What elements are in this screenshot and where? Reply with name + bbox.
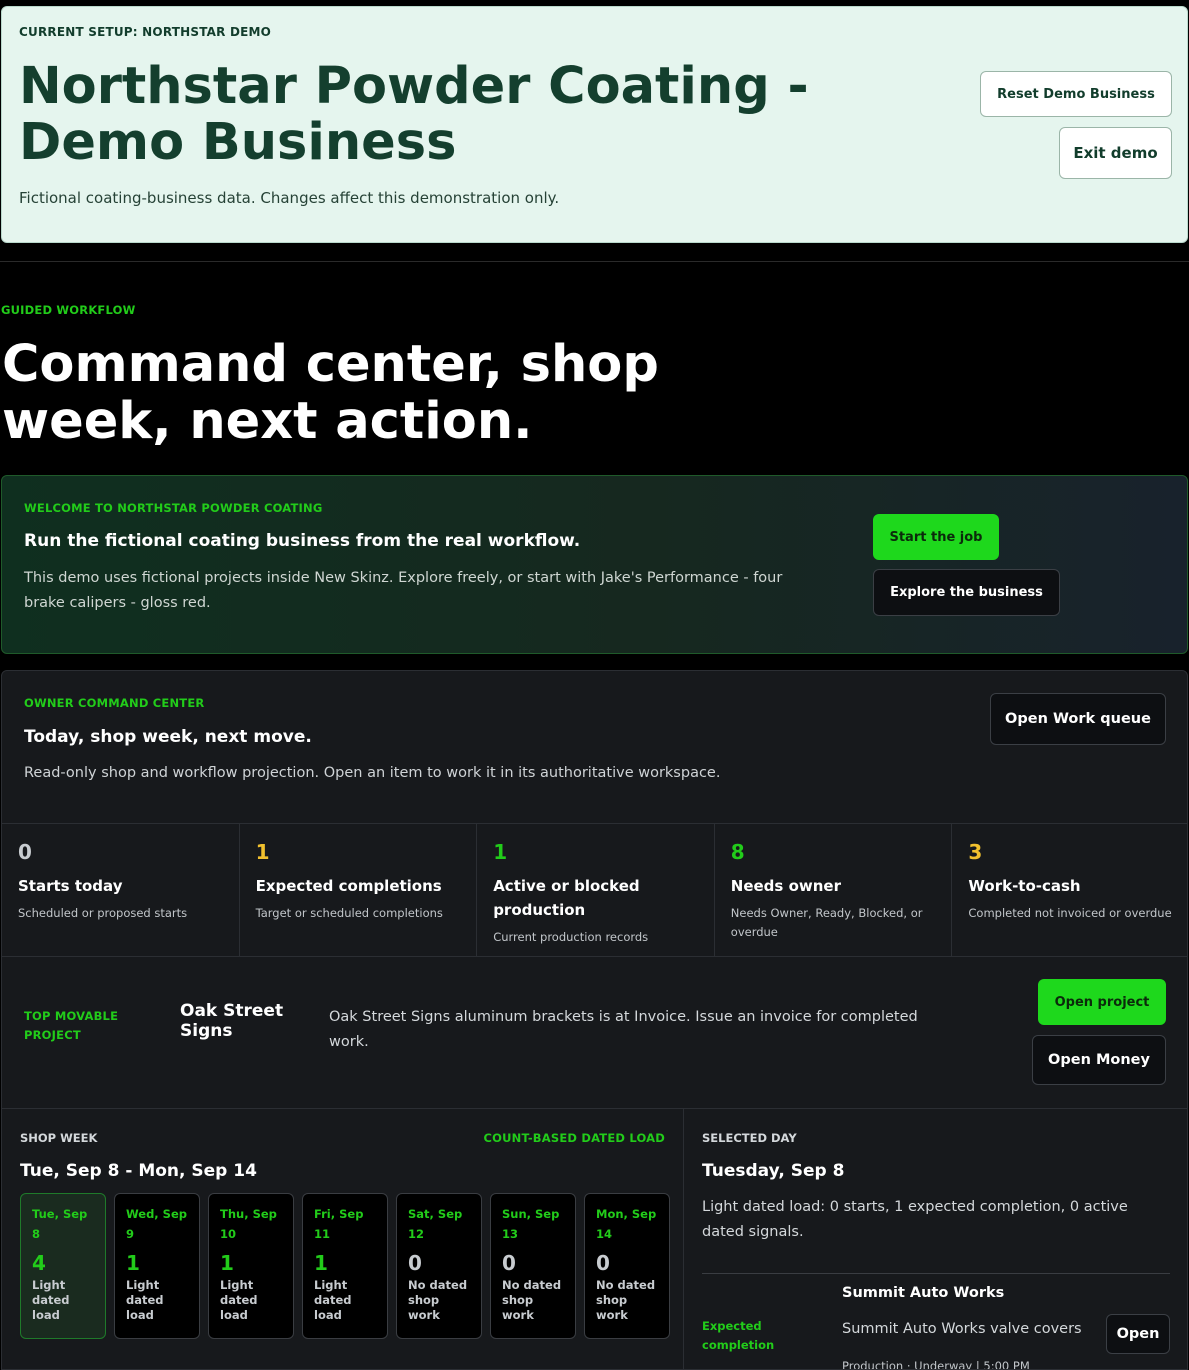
day-count: 1 — [314, 1251, 328, 1275]
day-card[interactable]: Mon, Sep 14 0 No dated shop work — [584, 1193, 670, 1339]
day-date: Wed, Sep 9 — [126, 1207, 187, 1241]
command-subtitle: Read-only shop and workflow projection. … — [24, 765, 721, 781]
open-work-queue-button[interactable]: Open Work queue — [990, 693, 1166, 745]
demo-subtitle: Fictional coating-business data. Changes… — [19, 189, 560, 207]
welcome-card: WELCOME TO NORTHSTAR POWDER COATING Run … — [1, 475, 1188, 654]
metric-active-production[interactable]: 1 Active or blocked production Current p… — [477, 824, 715, 956]
day-date: Tue, Sep 8 — [32, 1207, 88, 1241]
shop-week-label: SHOP WEEK — [20, 1131, 98, 1145]
day-description: No dated shop work — [596, 1278, 656, 1322]
welcome-eyebrow: WELCOME TO NORTHSTAR POWDER COATING — [24, 501, 323, 515]
shop-week: SHOP WEEK COUNT-BASED DATED LOAD Tue, Se… — [2, 1109, 684, 1369]
metrics-row: 0 Starts today Scheduled or proposed sta… — [2, 823, 1187, 957]
day-description: No dated shop work — [408, 1278, 468, 1322]
day-date: Sat, Sep 12 — [408, 1207, 463, 1241]
open-project-button[interactable]: Open project — [1038, 979, 1166, 1025]
guided-eyebrow: GUIDED WORKFLOW — [1, 303, 136, 317]
item-kind: Expected completion — [702, 1319, 775, 1352]
shop-week-range: Tue, Sep 8 - Mon, Sep 14 — [20, 1161, 257, 1181]
day-description: No dated shop work — [502, 1278, 562, 1322]
metric-label: Expected completions — [255, 877, 442, 895]
selected-day-divider — [702, 1273, 1170, 1274]
metric-starts-today[interactable]: 0 Starts today Scheduled or proposed sta… — [2, 824, 240, 956]
section-divider — [0, 261, 1189, 262]
command-center: OWNER COMMAND CENTER Today, shop week, n… — [1, 670, 1188, 1370]
metric-value: 1 — [493, 840, 508, 864]
metric-value: 0 — [18, 840, 32, 864]
day-description: Light dated load — [32, 1278, 70, 1322]
day-description: Light dated load — [126, 1278, 164, 1322]
exit-demo-button[interactable]: Exit demo — [1059, 127, 1172, 179]
metric-work-to-cash[interactable]: 3 Work-to-cash Completed not invoiced or… — [952, 824, 1187, 956]
day-card[interactable]: Wed, Sep 9 1 Light dated load — [114, 1193, 200, 1339]
day-description: Light dated load — [314, 1278, 352, 1322]
demo-banner: CURRENT SETUP: NORTHSTAR DEMO Northstar … — [1, 6, 1188, 243]
day-date: Mon, Sep 14 — [596, 1207, 657, 1241]
day-list: Tue, Sep 8 4 Light dated load Wed, Sep 9… — [20, 1193, 670, 1339]
day-count: 1 — [126, 1251, 140, 1275]
day-card[interactable]: Tue, Sep 8 4 Light dated load — [20, 1193, 106, 1339]
day-date: Sun, Sep 13 — [502, 1207, 560, 1241]
open-item-button[interactable]: Open — [1106, 1314, 1170, 1354]
open-money-button[interactable]: Open Money — [1032, 1035, 1166, 1085]
metric-label: Starts today — [18, 877, 123, 895]
selected-day-panel: SELECTED DAY Tuesday, Sep 8 Light dated … — [685, 1109, 1187, 1370]
day-card[interactable]: Fri, Sep 11 1 Light dated load — [302, 1193, 388, 1339]
metric-needs-owner[interactable]: 8 Needs owner Needs Owner, Ready, Blocke… — [715, 824, 953, 956]
metric-label: Work-to-cash — [968, 877, 1081, 895]
metric-label: Needs owner — [730, 877, 841, 895]
item-organization: Summit Auto Works — [842, 1285, 1005, 1301]
metric-description: Target or scheduled completions — [255, 906, 443, 920]
day-card[interactable]: Thu, Sep 10 1 Light dated load — [208, 1193, 294, 1339]
day-card[interactable]: Sun, Sep 13 0 No dated shop work — [490, 1193, 576, 1339]
command-eyebrow: OWNER COMMAND CENTER — [24, 696, 205, 710]
selected-day-label: SELECTED DAY — [702, 1131, 797, 1145]
welcome-body: This demo uses fictional projects inside… — [24, 570, 783, 611]
movable-project-description: Oak Street Signs aluminum brackets is at… — [329, 1009, 918, 1050]
reset-demo-button[interactable]: Reset Demo Business — [980, 71, 1172, 117]
selected-day-date: Tuesday, Sep 8 — [702, 1161, 845, 1181]
metric-value: 3 — [968, 840, 983, 864]
count-based-label: COUNT-BASED DATED LOAD — [483, 1131, 665, 1145]
metric-description: Completed not invoiced or overdue — [968, 906, 1172, 920]
start-job-button[interactable]: Start the job — [873, 514, 999, 560]
guided-title: Command center, shop week, next action. — [2, 335, 659, 451]
day-count: 1 — [220, 1251, 234, 1275]
day-count: 0 — [408, 1251, 422, 1275]
metric-value: 8 — [730, 840, 745, 864]
day-description: Light dated load — [220, 1278, 258, 1322]
metric-expected-completions[interactable]: 1 Expected completions Target or schedul… — [240, 824, 478, 956]
command-heading: Today, shop week, next move. — [24, 727, 312, 747]
metric-description: Current production records — [493, 930, 649, 944]
movable-project-name: Oak Street Signs — [180, 1001, 284, 1041]
top-movable-project: TOP MOVABLE PROJECT Oak Street Signs Oak… — [2, 957, 1187, 1109]
day-date: Fri, Sep 11 — [314, 1207, 364, 1241]
movable-eyebrow: TOP MOVABLE PROJECT — [24, 1009, 119, 1042]
metric-label: Active or blocked production — [493, 877, 640, 919]
demo-title: Northstar Powder Coating - Demo Business — [19, 57, 809, 172]
welcome-heading: Run the fictional coating business from … — [24, 531, 581, 551]
explore-business-button[interactable]: Explore the business — [873, 569, 1060, 616]
metric-description: Scheduled or proposed starts — [18, 906, 188, 920]
day-count: 0 — [502, 1251, 516, 1275]
item-job: Summit Auto Works valve covers — [842, 1321, 1082, 1337]
day-count: 4 — [32, 1251, 46, 1275]
metric-value: 1 — [255, 840, 270, 864]
demo-eyebrow: CURRENT SETUP: NORTHSTAR DEMO — [19, 25, 272, 39]
metric-description: Needs Owner, Ready, Blocked, or overdue — [730, 906, 923, 939]
item-status: Production · Underway | 5:00 PM — [842, 1359, 1030, 1370]
day-card[interactable]: Sat, Sep 12 0 No dated shop work — [396, 1193, 482, 1339]
day-count: 0 — [596, 1251, 610, 1275]
day-date: Thu, Sep 10 — [220, 1207, 277, 1241]
selected-day-description: Light dated load: 0 starts, 1 expected c… — [702, 1199, 1128, 1240]
